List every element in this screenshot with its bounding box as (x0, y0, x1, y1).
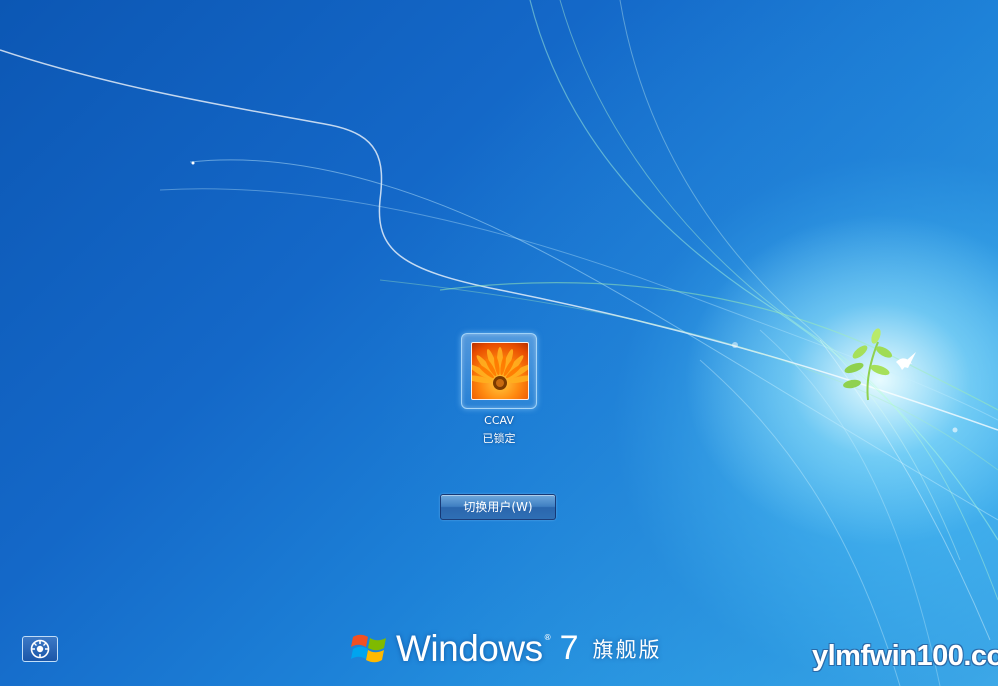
birds-leaves-logo (843, 328, 916, 401)
ease-of-access-icon (30, 639, 50, 659)
user-name: CCAV (484, 414, 514, 427)
brand-reg-mark: ® (543, 632, 552, 642)
user-account-tile[interactable] (461, 333, 537, 409)
user-lock-status: 已锁定 (482, 432, 516, 445)
switch-user-button[interactable]: 切换用户(W) (440, 494, 556, 520)
windows-flag-logo (351, 634, 386, 663)
lock-screen: CCAV 已锁定 切换用户(W) Windows ® 7 旗舰版 ylmfwin… (0, 0, 998, 686)
brand-windows-text: Windows (396, 628, 543, 669)
windows-branding: Windows ® 7 旗舰版 (350, 626, 662, 672)
brand-edition-text: 旗舰版 (592, 638, 662, 662)
user-picture (471, 342, 529, 400)
orange-flower-icon (472, 347, 528, 390)
site-watermark: ylmfwin100.com (812, 640, 998, 672)
brand-version-number: 7 (559, 628, 579, 667)
ease-of-access-button[interactable] (22, 636, 58, 662)
